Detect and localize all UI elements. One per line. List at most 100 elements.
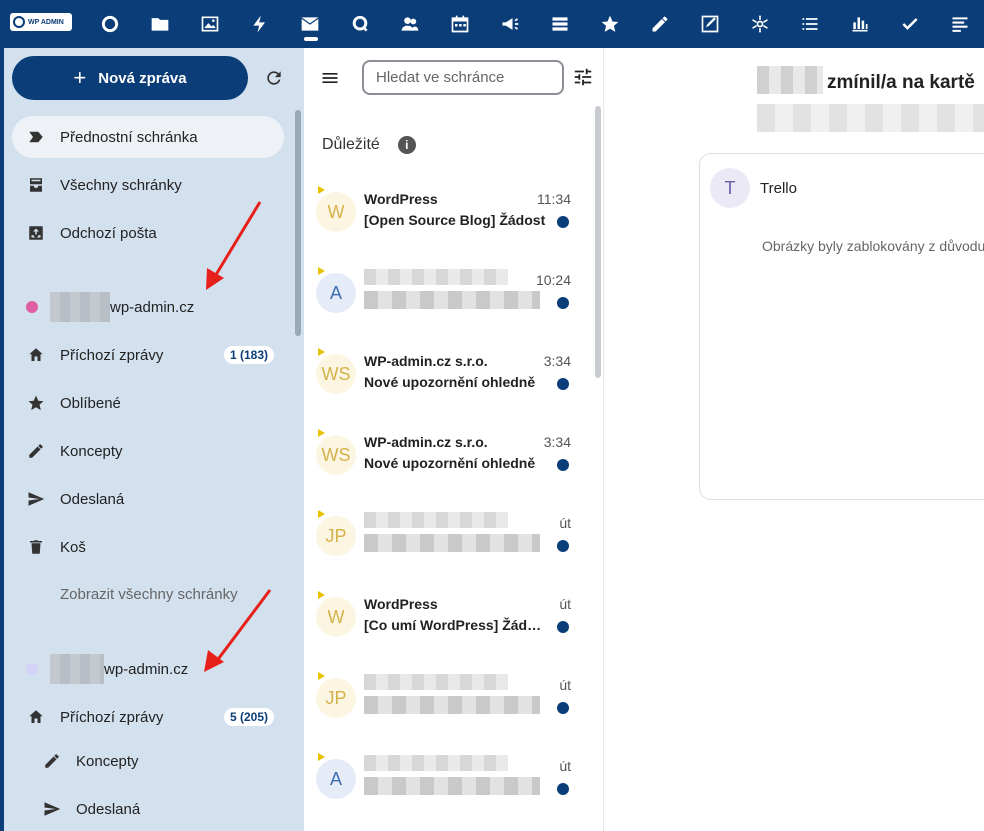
- sidebar-item-drafts[interactable]: Koncepty: [12, 430, 284, 472]
- app-contacts-icon[interactable]: [396, 10, 424, 38]
- app-check-icon[interactable]: [896, 10, 924, 38]
- message-list-item[interactable]: JP út: [314, 672, 584, 734]
- app-chart-icon[interactable]: [846, 10, 874, 38]
- sidebar: + Nová zpráva Přednostní schránka Všechn…: [0, 48, 304, 831]
- app-notes-icon[interactable]: [696, 10, 724, 38]
- filter-settings-icon[interactable]: [572, 66, 594, 88]
- sidebar-item-priority-inbox[interactable]: Přednostní schránka: [12, 116, 284, 158]
- message-list-item[interactable]: WS WP-admin.cz s.r.o. Nové upozornění ohle…: [314, 429, 584, 491]
- sender-name[interactable]: Trello: [760, 180, 797, 197]
- inbox-stack-icon: [26, 175, 46, 195]
- home-icon: [26, 345, 46, 365]
- message-sender: WordPress: [364, 191, 438, 207]
- app-menu-lines-icon[interactable]: [946, 10, 974, 38]
- sidebar-item-label: Příchozí zprávy: [60, 346, 164, 364]
- redacted-name: [757, 66, 823, 94]
- sender-avatar: W: [316, 192, 356, 232]
- unread-dot-icon[interactable]: [557, 702, 569, 714]
- red-arrow-annotation: [204, 589, 272, 672]
- message-list-item[interactable]: W WordPress [Co umí WordPress] Žádost út: [314, 591, 584, 653]
- message-list-item[interactable]: JP út: [314, 510, 584, 572]
- sidebar-item-drafts[interactable]: Koncepty: [12, 740, 284, 782]
- wp-admin-logo[interactable]: WP ADMIN: [10, 13, 72, 31]
- sidebar-scrollbar[interactable]: [295, 110, 301, 336]
- message-time: 3:34: [543, 353, 571, 369]
- message-sender: WordPress: [364, 596, 438, 612]
- message-time: út: [559, 515, 571, 531]
- app-circle-icon[interactable]: [96, 10, 124, 38]
- sidebar-item-label: Oblíbené: [60, 394, 121, 412]
- list-scrollbar[interactable]: [595, 106, 601, 378]
- sidebar-item-sent[interactable]: Odeslaná: [12, 478, 284, 520]
- send-icon: [42, 799, 62, 819]
- sidebar-item-trash[interactable]: Koš: [12, 526, 284, 568]
- message-list-item[interactable]: WS WP-admin.cz s.r.o. Nové upozornění ohle…: [314, 348, 584, 410]
- refresh-icon[interactable]: [264, 68, 284, 88]
- unread-dot-icon[interactable]: [557, 540, 569, 552]
- sidebar-item-inbox[interactable]: Příchozí zprávy 1 (183): [12, 334, 284, 376]
- red-arrow-annotation: [206, 201, 262, 290]
- unread-dot-icon[interactable]: [557, 621, 569, 633]
- app-calendar-icon[interactable]: [446, 10, 474, 38]
- message-list-item[interactable]: Aút: [314, 753, 584, 815]
- unread-dot-icon[interactable]: [557, 783, 569, 795]
- sender-avatar: A: [316, 273, 356, 313]
- sidebar-item-sent[interactable]: Odeslaná: [12, 788, 284, 830]
- star-icon: [26, 393, 46, 413]
- info-icon[interactable]: i: [397, 136, 416, 154]
- sidebar-item-label: Odchozí pošta: [60, 224, 157, 242]
- app-search-icon[interactable]: [346, 10, 374, 38]
- compose-button[interactable]: + Nová zpráva: [12, 56, 248, 100]
- message-card: T Trello Obrázky byly zablokovány z důvo…: [699, 153, 984, 500]
- unread-count-badge: 5 (205): [223, 708, 274, 726]
- message-time: út: [559, 677, 571, 693]
- app-bolt-icon[interactable]: [246, 10, 274, 38]
- logo-mark-icon: [13, 16, 25, 28]
- unread-dot-icon[interactable]: [557, 378, 569, 390]
- message-list-item[interactable]: W WordPress [Open Source Blog] Žádost 11:34: [314, 186, 584, 248]
- message-subject: [Co umí WordPress] Žádost: [364, 617, 548, 633]
- app-stack-icon[interactable]: [546, 10, 574, 38]
- app-star-icon[interactable]: [596, 10, 624, 38]
- unread-dot-icon[interactable]: [557, 297, 569, 309]
- redacted-sender: [364, 674, 508, 690]
- sidebar-item-label: Odeslaná: [60, 490, 125, 508]
- app-megaphone-icon[interactable]: [496, 10, 524, 38]
- images-blocked-notice: Obrázky byly zablokovány z důvodu: [762, 238, 984, 254]
- sidebar-item-inbox[interactable]: Příchozí zprávy 5 (205): [12, 696, 284, 738]
- redacted-sender: [364, 755, 508, 771]
- account-2-header[interactable]: wp-admin.cz: [12, 654, 188, 684]
- priority-marker-icon: [318, 591, 325, 599]
- sidebar-item-label: Koš: [60, 538, 86, 556]
- reading-pane: zmínil/a na kartě T Trello Obrázky byly …: [605, 48, 984, 831]
- stack-icon: [552, 17, 568, 31]
- sidebar-item-label: Příchozí zprávy: [60, 708, 164, 726]
- hamburger-menu-icon[interactable]: [320, 68, 340, 88]
- app-pencil-icon[interactable]: [646, 10, 674, 38]
- app-network-icon[interactable]: [746, 10, 774, 38]
- bolt-icon: [253, 15, 265, 33]
- app-list-icon[interactable]: [796, 10, 824, 38]
- redacted-subject: [364, 291, 540, 309]
- app-mail-icon[interactable]: [296, 10, 324, 38]
- outbox-icon: [26, 223, 46, 243]
- unread-dot-icon[interactable]: [557, 216, 569, 228]
- list-icon: [802, 18, 818, 30]
- priority-marker-icon: [318, 429, 325, 437]
- section-header-important: Důležité i: [322, 136, 416, 154]
- priority-marker-icon: [318, 672, 325, 680]
- notes-icon: [701, 15, 719, 33]
- sidebar-item-label: Všechny schránky: [60, 176, 182, 194]
- account-1-header[interactable]: wp-admin.cz: [12, 292, 194, 322]
- account-name: wp-admin.cz: [110, 298, 195, 316]
- app-image-icon[interactable]: [196, 10, 224, 38]
- logo-text: WP ADMIN: [28, 18, 64, 26]
- sidebar-item-favorites[interactable]: Oblíbené: [12, 382, 284, 424]
- app-folder-icon[interactable]: [146, 10, 174, 38]
- search-input[interactable]: [362, 60, 564, 95]
- account-name: wp-admin.cz: [104, 660, 189, 678]
- unread-dot-icon[interactable]: [557, 459, 569, 471]
- message-list-item[interactable]: A 10:24: [314, 267, 584, 329]
- chart-icon: [852, 17, 868, 32]
- priority-marker-icon: [318, 753, 325, 761]
